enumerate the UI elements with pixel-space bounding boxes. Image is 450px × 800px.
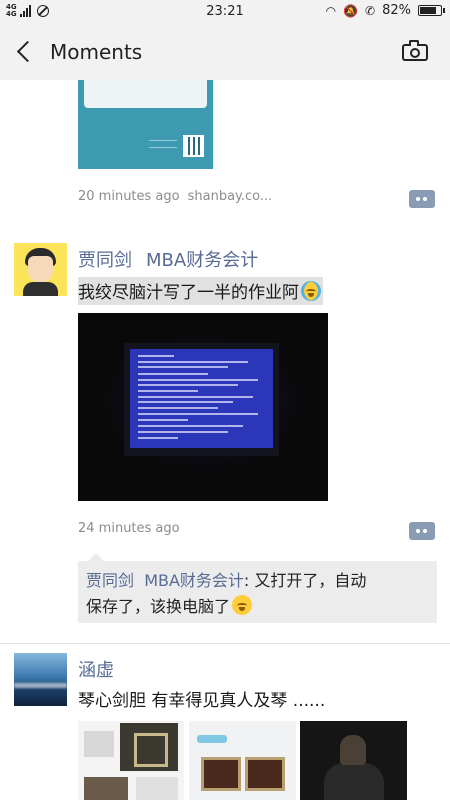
wifi-call-icon: ✆	[365, 3, 376, 18]
author-name[interactable]: 贾同剑	[78, 250, 132, 271]
post-meta: 20 minutes ago shanbay.co...	[78, 189, 272, 204]
battery-percentage: 82%	[382, 3, 411, 18]
page-title: Moments	[50, 40, 143, 64]
comment-section: 贾同剑 MBA财务会计: 又打开了，自动 保存了，该换电脑了	[78, 553, 437, 623]
mute-bell-icon: 🔕	[343, 3, 359, 18]
status-right: ◠ 🔕 ✆ 82%	[325, 3, 445, 18]
avatar[interactable]	[14, 653, 67, 706]
blue-screen-image	[130, 349, 273, 448]
comment-author[interactable]: 贾同剑	[86, 571, 134, 590]
post-photo[interactable]	[78, 721, 184, 800]
nav-header: Moments	[0, 24, 450, 80]
camera-icon-lens	[410, 48, 420, 58]
camera-icon-top	[409, 40, 419, 46]
post-text-content: 我绞尽脑汁写了一半的作业阿	[78, 283, 299, 303]
blushing-emoji-icon	[232, 595, 253, 615]
post-photo[interactable]	[300, 721, 407, 800]
post-author[interactable]: 涵虚	[78, 656, 114, 682]
post-time: 24 minutes ago	[78, 521, 180, 536]
headset-icon: ◠	[325, 3, 337, 18]
post-photo[interactable]	[189, 721, 296, 800]
comment-more-button[interactable]	[409, 522, 435, 540]
link-card	[84, 80, 207, 108]
post-text: 我绞尽脑汁写了一半的作业阿	[78, 277, 323, 305]
avatar[interactable]	[14, 243, 67, 296]
post-source-link[interactable]: shanbay.co...	[188, 189, 273, 204]
status-bar: 4G 4G 23:21 ◠ 🔕 ✆ 82%	[0, 0, 450, 24]
post-author[interactable]: 贾同剑 MBA财务会计	[78, 246, 258, 272]
post-text: 琴心剑胆 有幸得见真人及琴 ......	[78, 691, 326, 711]
battery-fill	[420, 7, 437, 14]
comment-line[interactable]: 贾同剑 MBA财务会计: 又打开了，自动	[86, 567, 366, 591]
camera-button[interactable]	[402, 40, 428, 61]
back-button[interactable]	[12, 36, 40, 68]
watermark	[149, 140, 177, 148]
comment-author-group[interactable]: MBA财务会计	[144, 571, 244, 590]
comment-line-2[interactable]: 保存了，该换电脑了	[86, 593, 253, 617]
comment-more-button[interactable]	[409, 190, 435, 208]
crying-emoji-icon	[301, 281, 321, 301]
author-group[interactable]: MBA财务会计	[146, 250, 258, 271]
post-divider	[0, 643, 450, 644]
post-photo[interactable]	[78, 313, 328, 501]
battery-icon	[418, 5, 445, 16]
comment-text-2: 保存了，该换电脑了	[86, 597, 231, 616]
comment-text: : 又打开了，自动	[243, 571, 367, 590]
moments-feed[interactable]: 20 minutes ago shanbay.co... 贾同剑 MBA财务会计 我…	[0, 80, 450, 800]
qr-code-image	[183, 135, 204, 157]
post-time: 20 minutes ago	[78, 189, 180, 204]
post-link-image[interactable]	[78, 80, 213, 169]
